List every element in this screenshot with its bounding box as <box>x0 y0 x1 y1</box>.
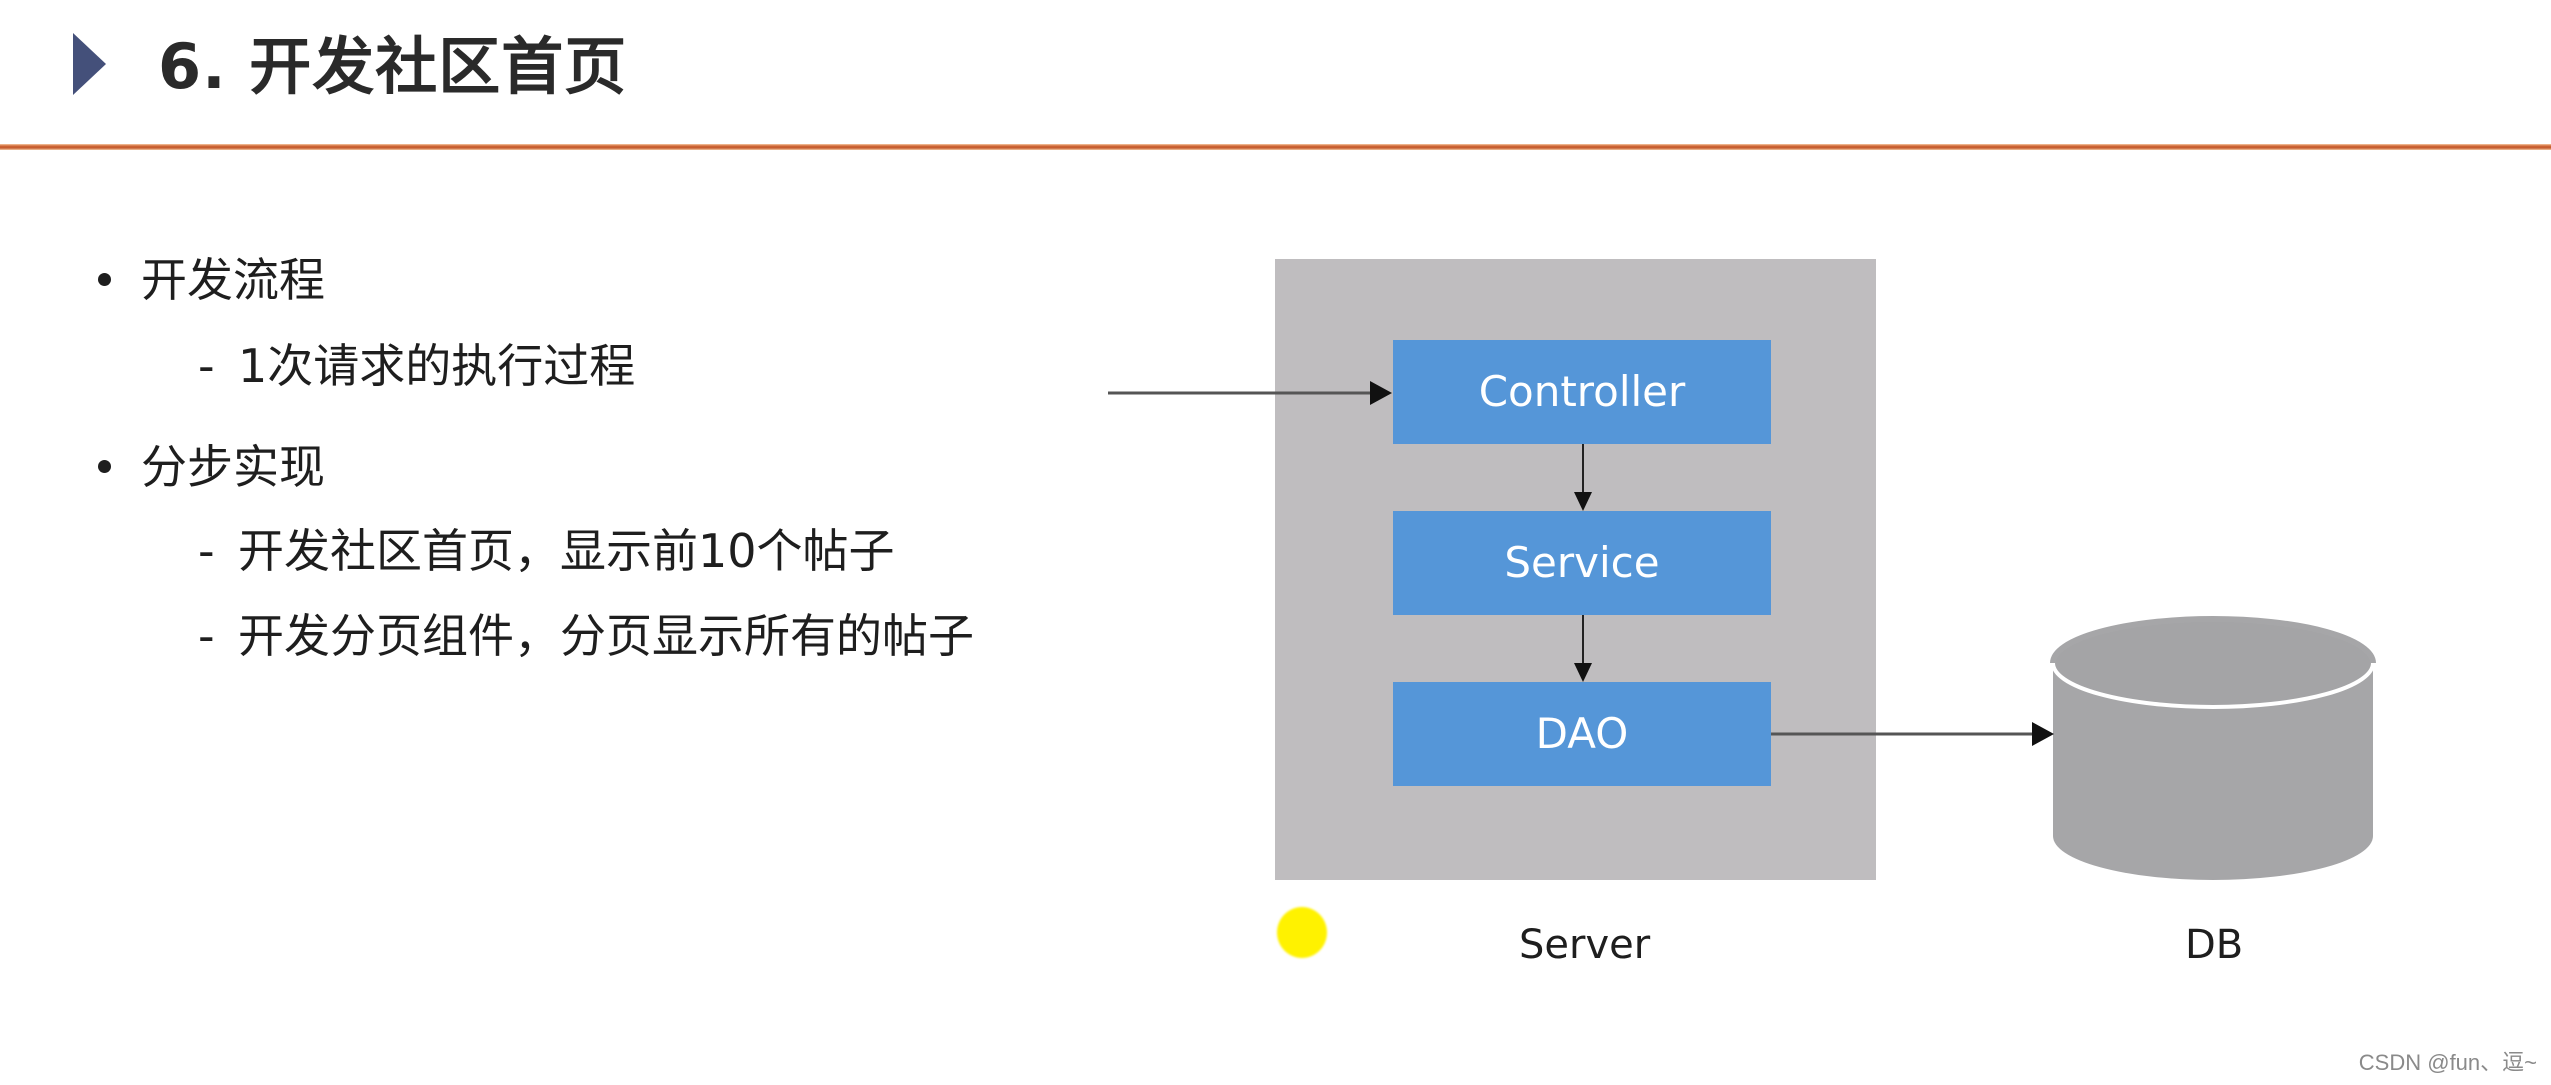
cursor-highlight <box>1277 907 1327 958</box>
footer-credit: CSDN @fun、逗~ <box>2358 1050 2537 1075</box>
server-label: Server <box>1519 922 1651 968</box>
controller-to-service-arrow <box>1574 444 1592 511</box>
connector-layer <box>1108 381 2054 746</box>
dao-to-db-arrow <box>1771 722 2054 746</box>
db-label: DB <box>2185 922 2244 968</box>
request-arrow <box>1108 381 1392 405</box>
service-to-dao-arrow <box>1574 615 1592 682</box>
